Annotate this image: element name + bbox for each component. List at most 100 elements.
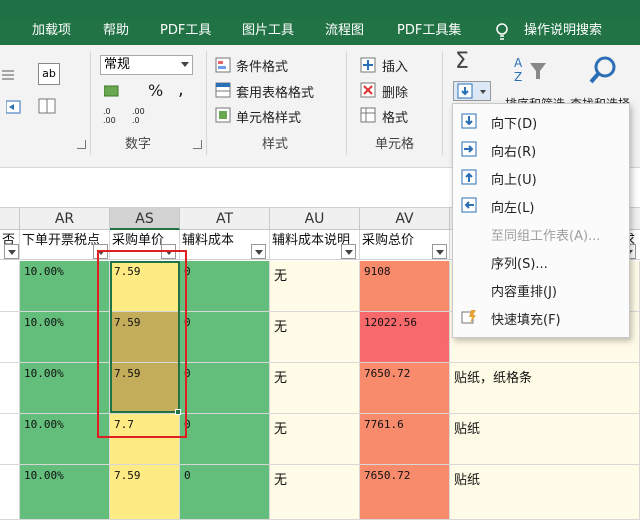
menu-item-fill-up[interactable]: 向上(U) (453, 165, 629, 189)
cell[interactable]: 无 (270, 312, 360, 363)
cell[interactable]: 9108 (360, 261, 450, 312)
cell[interactable]: 贴纸 (450, 414, 640, 465)
fill-right-icon (461, 141, 477, 157)
cell[interactable]: 7761.6 (360, 414, 450, 465)
number-format-value: 常规 (104, 57, 131, 72)
increase-decimal-icon[interactable]: .0.00 (103, 107, 125, 127)
sort-filter-icon[interactable]: A Z (512, 55, 552, 85)
comma-style-icon[interactable]: , (178, 79, 184, 100)
wrap-text-icon[interactable]: ab (38, 63, 60, 85)
delete-cells-icon[interactable] (360, 82, 376, 98)
decrease-decimal-icon[interactable]: .00.0 (132, 107, 154, 127)
menu-item-across-worksheets: 至同组工作表(A)... (453, 221, 629, 245)
menu-item-label: 快速填充(F) (491, 313, 561, 328)
merge-center-icon[interactable] (38, 97, 60, 115)
table-format-icon[interactable] (215, 82, 231, 98)
fill-up-icon (461, 169, 477, 185)
menu-flowchart[interactable]: 流程图 (325, 21, 364, 41)
menu-item-fill-down[interactable]: 向下(D) (453, 109, 629, 133)
menu-pdf-tools[interactable]: PDF工具 (160, 21, 211, 41)
group-title-cells: 单元格 (375, 137, 415, 152)
cell[interactable]: 0 (180, 465, 270, 520)
cell[interactable]: 10.00% (20, 465, 110, 520)
dialog-launcher-icon[interactable] (77, 140, 86, 149)
cell[interactable]: 无 (270, 414, 360, 465)
cell[interactable] (0, 312, 20, 363)
insert-button[interactable]: 插入 (382, 56, 408, 75)
cell[interactable]: 7650.72 (360, 363, 450, 414)
cell[interactable]: 无 (270, 261, 360, 312)
column-header-at[interactable]: AT (180, 208, 270, 230)
cell[interactable] (0, 465, 20, 520)
menu-bar: 加载项 帮助 PDF工具 图片工具 流程图 PDF工具集 操作说明搜索 (0, 18, 640, 45)
fill-dropdown-menu: 向下(D) 向右(R) 向上(U) 向左(L) 至同组工作表(A)... 序列(… (452, 103, 630, 338)
cell[interactable]: 贴纸 (450, 465, 640, 520)
conditional-format-button[interactable]: 条件格式 (236, 56, 288, 75)
cell-style-button[interactable]: 单元格样式 (236, 107, 301, 126)
cell[interactable]: 12022.56 (360, 312, 450, 363)
cell[interactable]: 7.59 (110, 465, 180, 520)
menu-help[interactable]: 帮助 (103, 21, 129, 41)
cell[interactable]: 贴纸，纸格条 (450, 363, 640, 414)
svg-text:Z: Z (514, 70, 522, 84)
menu-item-series[interactable]: 序列(S)... (453, 249, 629, 273)
format-cells-icon[interactable] (360, 107, 376, 123)
conditional-format-icon[interactable] (215, 57, 231, 73)
column-header-partial[interactable] (0, 208, 20, 230)
cell[interactable] (0, 363, 20, 414)
autosum-icon[interactable]: Σ (455, 49, 469, 74)
delete-button[interactable]: 删除 (382, 82, 408, 101)
cell[interactable]: 0 (180, 363, 270, 414)
fill-button[interactable] (453, 81, 491, 101)
cell[interactable]: 7650.72 (360, 465, 450, 520)
fill-down-icon (457, 83, 473, 99)
lightbulb-icon[interactable] (495, 22, 509, 40)
cell[interactable] (0, 261, 20, 312)
menu-item-label: 向左(L) (491, 201, 535, 216)
flash-fill-icon (461, 310, 476, 324)
search-icon[interactable] (588, 55, 620, 87)
filter-dropdown-button[interactable] (432, 244, 447, 259)
cell[interactable]: 无 (270, 363, 360, 414)
column-header-as[interactable]: AS (110, 208, 180, 230)
menu-pdf-toolset[interactable]: PDF工具集 (397, 21, 461, 41)
cell[interactable]: 0 (180, 312, 270, 363)
menu-item-flash-fill[interactable]: 快速填充(F) (453, 305, 629, 329)
cell[interactable] (0, 414, 20, 465)
menu-item-justify[interactable]: 内容重排(J) (453, 277, 629, 301)
cell[interactable]: 无 (270, 465, 360, 520)
menu-addins[interactable]: 加载项 (32, 21, 71, 41)
cell[interactable]: 0 (180, 261, 270, 312)
menu-item-label: 向下(D) (491, 117, 538, 132)
cell-style-icon[interactable] (215, 107, 231, 123)
percent-style-icon[interactable]: % (148, 81, 163, 100)
menu-item-label: 至同组工作表(A)... (491, 229, 601, 244)
menu-tell-me[interactable]: 操作说明搜索 (524, 21, 602, 41)
column-header-ar[interactable]: AR (20, 208, 110, 230)
accounting-format-icon[interactable] (104, 83, 126, 99)
title-bar (0, 0, 640, 18)
column-header-av[interactable]: AV (360, 208, 450, 230)
filter-dropdown-button[interactable] (341, 244, 356, 259)
fill-down-icon (461, 113, 477, 129)
filter-dropdown-button[interactable] (4, 244, 19, 259)
fill-left-icon (461, 197, 477, 213)
menu-item-label: 向上(U) (491, 173, 537, 188)
format-button[interactable]: 格式 (382, 107, 408, 126)
increase-indent-icon[interactable] (6, 99, 22, 115)
insert-cells-icon[interactable] (360, 57, 376, 73)
dialog-launcher-icon[interactable] (193, 140, 202, 149)
cell[interactable]: 0 (180, 414, 270, 465)
chevron-down-icon (480, 90, 486, 94)
menu-item-label: 内容重排(J) (491, 285, 557, 300)
filter-dropdown-button[interactable] (251, 244, 266, 259)
group-title-style: 样式 (262, 137, 289, 152)
indent-icon[interactable] (2, 67, 18, 83)
number-format-select[interactable]: 常规 (100, 55, 193, 75)
menu-item-fill-left[interactable]: 向左(L) (453, 193, 629, 217)
menu-item-label: 序列(S)... (491, 257, 548, 272)
table-format-button[interactable]: 套用表格格式 (236, 82, 314, 101)
menu-item-fill-right[interactable]: 向右(R) (453, 137, 629, 161)
column-header-au[interactable]: AU (270, 208, 360, 230)
menu-picture-tools[interactable]: 图片工具 (242, 21, 294, 41)
